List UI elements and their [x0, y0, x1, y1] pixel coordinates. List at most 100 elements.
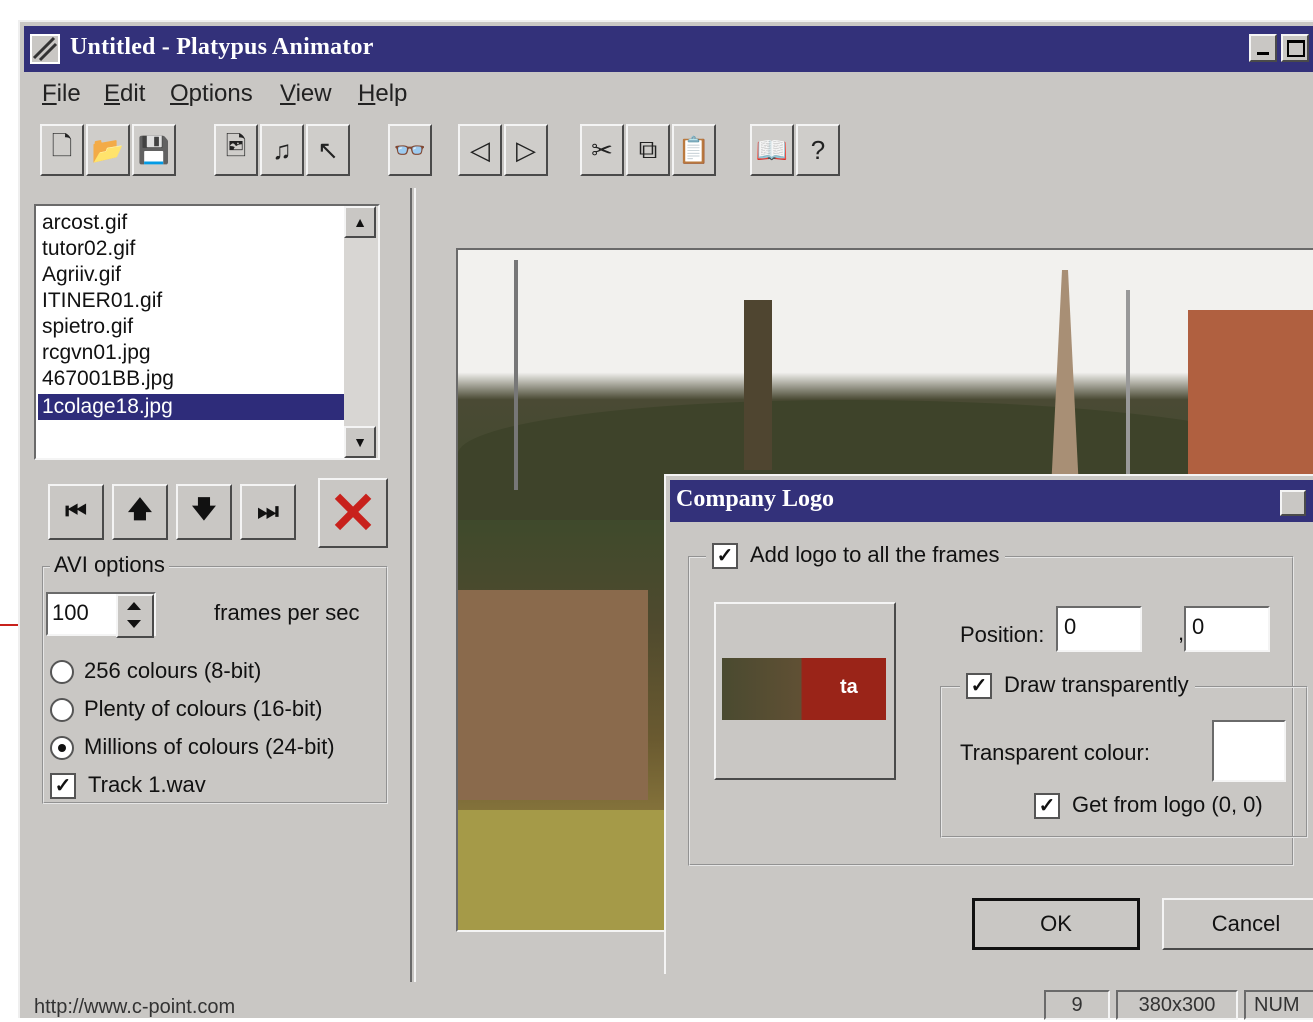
fps-value: 100 — [52, 600, 89, 625]
delete-x-icon: ✕ — [328, 481, 378, 546]
toolbar: 🗋 📂 💾 🖻 ♫ ↖ 👓 ◁ ▷ ✂ ⧉ 📋 📖 ? — [24, 120, 1313, 186]
window-title: Untitled - Platypus Animator — [70, 34, 374, 60]
track-checkbox[interactable]: ✓ Track 1.wav — [50, 772, 206, 800]
radio-icon[interactable] — [50, 660, 74, 685]
maximize-button[interactable] — [1281, 34, 1309, 62]
add-image-button[interactable]: 🖻 — [214, 124, 258, 176]
minimize-button[interactable] — [1249, 34, 1277, 62]
list-item-selected[interactable]: 1colage18.jpg — [38, 394, 350, 420]
draw-transparently-checkbox[interactable]: ✓ Draw transparently — [960, 672, 1195, 700]
paste-icon: 📋 — [677, 134, 711, 165]
left-panel: arcost.gif tutor02.gif Agriiv.gif ITINER… — [24, 188, 410, 982]
open-folder-icon: 📂 — [91, 134, 125, 165]
status-frame-size: 380x300 — [1116, 990, 1238, 1020]
radio-8bit[interactable]: 256 colours (8-bit) — [50, 658, 261, 685]
list-item[interactable]: spietro.gif — [42, 314, 133, 340]
preview-tower — [744, 300, 772, 470]
delete-frame-button[interactable]: ✕ — [318, 478, 388, 548]
skip-last-icon: ⏭ — [257, 498, 279, 525]
frame-file-list[interactable]: arcost.gif tutor02.gif Agriiv.gif ITINER… — [34, 204, 380, 460]
move-up-button[interactable]: 🡅 — [112, 484, 168, 540]
position-label: Position: — [960, 622, 1045, 647]
copy-icon: ⧉ — [638, 134, 658, 164]
radio-selected-icon[interactable] — [50, 736, 74, 761]
checkmark-icon[interactable]: ✓ — [966, 673, 992, 700]
menu-bar: File Edit Options View Help — [24, 76, 1313, 116]
logo-text: ta — [840, 676, 858, 698]
add-sound-button[interactable]: ♫ — [260, 124, 304, 176]
annotation-line — [0, 624, 18, 626]
list-item[interactable]: rcgvn01.jpg — [42, 340, 151, 366]
pointer-tool-button[interactable]: ↖ — [306, 124, 350, 176]
minimize-icon — [1257, 52, 1269, 55]
list-scrollbar[interactable]: ▲ ▼ — [344, 206, 378, 458]
help-button[interactable]: ? — [796, 124, 840, 176]
list-item[interactable]: tutor02.gif — [42, 236, 135, 262]
fps-stepper[interactable]: 100 — [46, 592, 156, 638]
preview-button[interactable]: 👓 — [388, 124, 432, 176]
status-num-lock: NUM — [1244, 990, 1313, 1020]
list-item[interactable]: 467001BB.jpg — [42, 366, 174, 392]
move-down-button[interactable]: 🡇 — [176, 484, 232, 540]
list-item[interactable]: ITINER01.gif — [42, 288, 162, 314]
save-file-button[interactable]: 💾 — [132, 124, 176, 176]
scroll-down-button[interactable]: ▼ — [344, 426, 376, 458]
cut-button[interactable]: ✂ — [580, 124, 624, 176]
add-logo-checkbox[interactable]: ✓ Add logo to all the frames — [706, 542, 1006, 570]
spin-up-icon — [127, 602, 141, 610]
list-item[interactable]: arcost.gif — [42, 210, 127, 236]
dialog-title-bar[interactable]: Company Logo — [670, 480, 1313, 522]
first-frame-button[interactable]: ⏮ — [48, 484, 104, 540]
company-logo-dialog: Company Logo ✓ Add logo to all the frames… — [664, 474, 1313, 974]
help-book-icon: 📖 — [755, 134, 789, 165]
preview-flagpole — [514, 260, 518, 490]
menu-edit[interactable]: Edit — [104, 80, 145, 108]
last-frame-button[interactable]: ⏭ — [240, 484, 296, 540]
dialog-close-button[interactable] — [1280, 490, 1306, 516]
preview-palazzo — [458, 590, 648, 800]
fps-label: frames per sec — [214, 600, 360, 625]
status-url: http://www.c-point.com — [34, 996, 236, 1018]
scissors-icon: ✂ — [591, 134, 613, 165]
checkmark-icon[interactable]: ✓ — [1034, 793, 1060, 820]
menu-help[interactable]: Help — [358, 80, 407, 108]
menu-file[interactable]: File — [42, 80, 81, 108]
skip-first-icon: ⏮ — [65, 498, 87, 525]
transparent-colour-swatch[interactable] — [1212, 720, 1286, 782]
logo-preview-frame[interactable]: ta — [714, 602, 896, 780]
transparent-colour-label: Transparent colour: — [960, 740, 1150, 765]
panel-splitter[interactable] — [410, 188, 416, 982]
radio-24bit[interactable]: Millions of colours (24-bit) — [50, 734, 335, 761]
preview-garden — [458, 810, 678, 930]
checkmark-icon[interactable]: ✓ — [712, 543, 738, 570]
status-bar: http://www.c-point.com 9 380x300 NUM — [24, 990, 1313, 1022]
arrow-up-icon: ▲ — [353, 214, 367, 230]
get-from-logo-checkbox[interactable]: ✓ Get from logo (0, 0) — [1034, 792, 1263, 820]
play-forward-button[interactable]: ▷ — [504, 124, 548, 176]
fps-spin-buttons[interactable] — [116, 594, 154, 638]
menu-view[interactable]: View — [280, 80, 332, 108]
new-file-button[interactable]: 🗋 — [40, 124, 84, 176]
logo-image: ta — [722, 658, 886, 720]
ok-button[interactable]: OK — [972, 898, 1140, 950]
avi-options-legend: AVI options — [50, 552, 169, 578]
list-item[interactable]: Agriiv.gif — [42, 262, 121, 288]
radio-icon[interactable] — [50, 698, 74, 723]
cancel-button[interactable]: Cancel — [1162, 898, 1313, 950]
scroll-up-button[interactable]: ▲ — [344, 206, 376, 238]
transparency-group: ✓ Draw transparently Transparent colour: … — [940, 672, 1308, 838]
radio-16bit[interactable]: Plenty of colours (16-bit) — [50, 696, 322, 723]
paste-button[interactable]: 📋 — [672, 124, 716, 176]
play-animation-button[interactable]: ◁ — [458, 124, 502, 176]
copy-button[interactable]: ⧉ — [626, 124, 670, 176]
spin-down-icon — [127, 620, 141, 628]
checkmark-icon[interactable]: ✓ — [50, 773, 76, 800]
title-bar[interactable]: Untitled - Platypus Animator — [24, 26, 1313, 72]
open-file-button[interactable]: 📂 — [86, 124, 130, 176]
arrow-up-icon: 🡅 — [127, 495, 153, 523]
position-x-input[interactable]: 0 — [1056, 606, 1142, 652]
status-frame-count: 9 — [1044, 990, 1110, 1020]
position-y-input[interactable]: 0 — [1184, 606, 1270, 652]
context-help-button[interactable]: 📖 — [750, 124, 794, 176]
menu-options[interactable]: Options — [170, 80, 253, 108]
